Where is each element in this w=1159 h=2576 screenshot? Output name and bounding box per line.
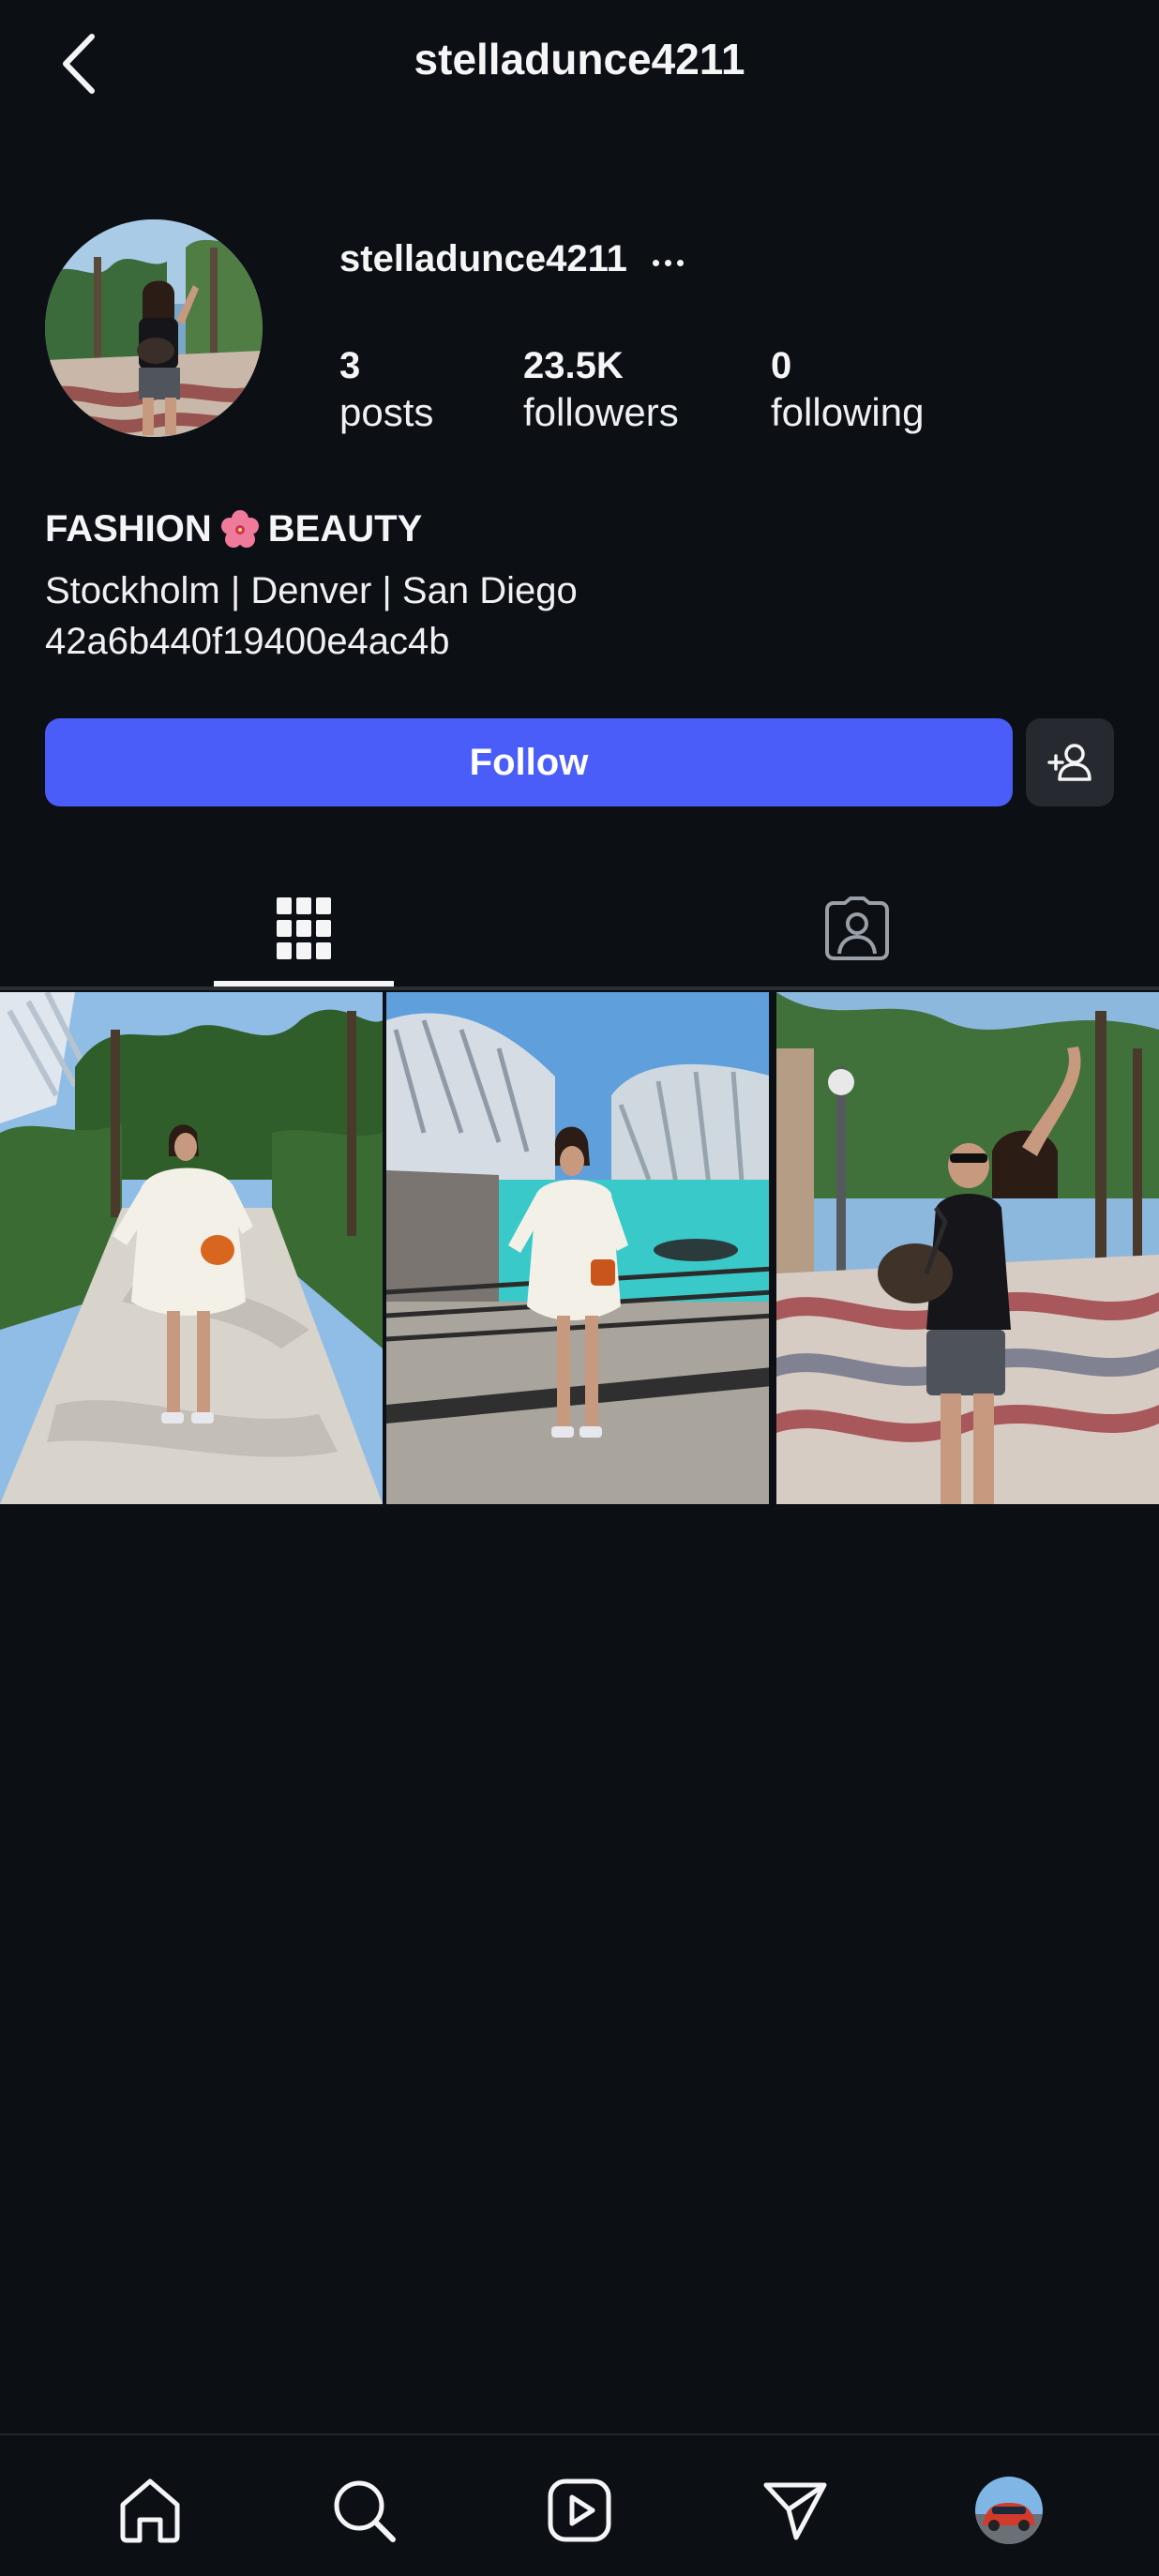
- post-2[interactable]: [386, 992, 769, 1504]
- nav-direct[interactable]: [758, 2473, 833, 2548]
- posts-grid: [0, 992, 1159, 1504]
- stat-posts[interactable]: 3 posts: [339, 343, 433, 437]
- stat-following-value: 0: [771, 345, 792, 386]
- tab-divider: [0, 987, 1159, 990]
- bio-display-name: FASHION BEAUTY: [45, 508, 422, 550]
- nav-reels[interactable]: [542, 2473, 617, 2548]
- profile-avatar[interactable]: [45, 219, 263, 437]
- profile-username: stelladunce4211: [339, 238, 627, 279]
- more-dot: [676, 259, 684, 266]
- tab-posts-grid[interactable]: [214, 872, 394, 985]
- stat-followers-label: followers: [523, 390, 679, 434]
- suggested-accounts-button[interactable]: [1026, 718, 1114, 806]
- follow-button[interactable]: Follow: [45, 718, 1013, 806]
- bio-name-left: FASHION: [45, 508, 212, 550]
- home-icon: [120, 2478, 180, 2543]
- stat-following-label: following: [771, 390, 925, 434]
- nav-profile[interactable]: [971, 2473, 1046, 2548]
- grid-icon: [277, 897, 331, 959]
- tab-tagged[interactable]: [767, 872, 947, 985]
- more-dot: [664, 259, 671, 266]
- stat-followers-value: 23.5K: [523, 345, 624, 386]
- nav-home[interactable]: [113, 2473, 188, 2548]
- tagged-person-icon: [825, 896, 889, 960]
- reels-play-icon: [548, 2478, 611, 2542]
- stat-posts-label: posts: [339, 390, 434, 434]
- post-3[interactable]: [776, 992, 1159, 1504]
- more-horizontal-icon: [652, 259, 659, 266]
- more-options-button[interactable]: [647, 239, 688, 286]
- stat-posts-value: 3: [339, 345, 361, 386]
- bio-location: Stockholm | Denver | San Diego: [45, 570, 578, 611]
- stat-following[interactable]: 0 following: [771, 343, 924, 437]
- top-bar: stelladunce4211: [0, 0, 1159, 127]
- page-title: stelladunce4211: [414, 35, 745, 83]
- bottom-navigation: [0, 2433, 1159, 2576]
- paper-plane-icon: [763, 2482, 827, 2540]
- profile-tabs: [0, 872, 1159, 990]
- add-user-icon: [1047, 744, 1091, 781]
- profile-avatar: [975, 2477, 1043, 2544]
- bio-id-line: 42a6b440f19400e4ac4b: [45, 621, 450, 662]
- bio-name-right: BEAUTY: [267, 508, 423, 550]
- search-icon: [334, 2480, 396, 2542]
- post-1[interactable]: [0, 992, 383, 1504]
- hibiscus-flower-icon: [220, 509, 259, 548]
- nav-search[interactable]: [326, 2473, 401, 2548]
- stat-followers[interactable]: 23.5K followers: [523, 343, 679, 437]
